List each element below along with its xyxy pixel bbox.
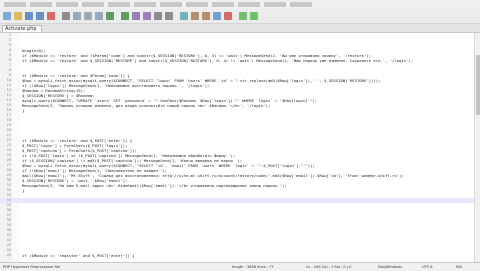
menu-item-macro[interactable] xyxy=(186,2,208,7)
open-icon[interactable] xyxy=(14,12,22,20)
code-text: if ($Module == 'register' and $_POST['en… xyxy=(22,253,135,258)
code-editor[interactable]: 1 2 3 4 ULogin(0); 5 if ($Module == 'restore' … xyxy=(0,33,474,262)
menu-item-encoding[interactable] xyxy=(108,2,130,7)
menu-item-window[interactable] xyxy=(264,2,286,7)
file-tab[interactable]: Activate.php xyxy=(2,25,42,32)
copy-icon[interactable] xyxy=(84,12,92,20)
redo-icon[interactable] xyxy=(121,12,129,20)
run-icon[interactable] xyxy=(250,12,258,20)
menu-item-run[interactable] xyxy=(212,2,234,7)
menu-bar xyxy=(0,0,480,9)
menu-item-settings[interactable] xyxy=(160,2,182,7)
save-icon[interactable] xyxy=(25,12,33,20)
cut-icon[interactable] xyxy=(73,12,81,20)
indent-icon[interactable] xyxy=(202,12,210,20)
vertical-scrollbar[interactable] xyxy=(474,33,480,262)
new-icon[interactable] xyxy=(3,12,11,20)
close-icon[interactable] xyxy=(47,12,55,20)
menu-item-view[interactable] xyxy=(82,2,104,7)
toolbar xyxy=(0,9,480,24)
tab-bar: Activate.php xyxy=(0,24,480,33)
save-all-icon[interactable] xyxy=(36,12,44,20)
macro-rec-icon[interactable] xyxy=(224,12,232,20)
menu-item-edit[interactable] xyxy=(30,2,52,7)
menu-item-plugins[interactable] xyxy=(238,2,260,7)
replace-icon[interactable] xyxy=(143,12,151,20)
menu-item--[interactable] xyxy=(290,2,312,7)
menu-item-search[interactable] xyxy=(56,2,78,7)
print-icon[interactable] xyxy=(62,12,70,20)
paste-icon[interactable] xyxy=(95,12,103,20)
sync-icon[interactable] xyxy=(180,12,188,20)
bookmark-icon[interactable] xyxy=(213,12,221,20)
menu-item-file[interactable] xyxy=(4,2,26,7)
undo-icon[interactable] xyxy=(106,12,114,20)
wrap-icon[interactable] xyxy=(191,12,199,20)
macro-play-icon[interactable] xyxy=(239,12,247,20)
menu-item-language[interactable] xyxy=(134,2,156,7)
scrollbar-thumb[interactable] xyxy=(476,55,480,115)
find-icon[interactable] xyxy=(132,12,140,20)
zoom-in-icon[interactable] xyxy=(154,12,162,20)
line-number: 45 xyxy=(6,253,11,257)
code-line[interactable]: 45 if ($Module == 'register' and $_POST['… xyxy=(0,253,474,258)
zoom-out-icon[interactable] xyxy=(165,12,173,20)
